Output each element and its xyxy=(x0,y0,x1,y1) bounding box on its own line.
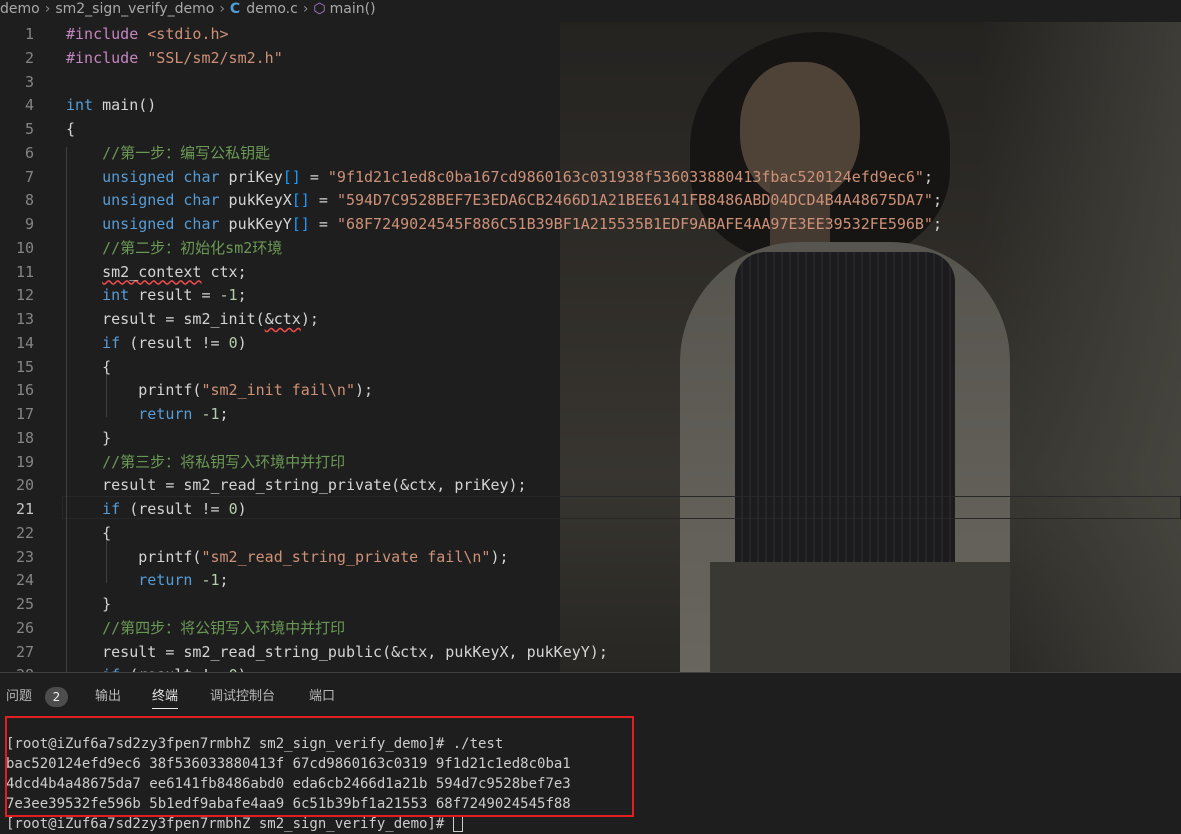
line-number: 10 xyxy=(15,238,34,257)
line-number: 1 xyxy=(24,25,34,43)
cube-icon: ⬡ xyxy=(313,1,326,17)
c-file-icon: C xyxy=(229,1,241,17)
tab-problems[interactable]: 问题 xyxy=(6,686,32,708)
background-photo xyxy=(560,22,1181,672)
breadcrumb: demo › sm2_sign_verify_demo › Cdemo.c › ⬡ main(… xyxy=(0,0,1181,22)
terminal-prompt: [root@iZuf6a7sd2zy3fpen7rmbhZ sm2_sign_v… xyxy=(6,816,453,832)
code-line: unsigned char pukKeyY[] = "68F7249024545… xyxy=(102,215,942,233)
code-line: printf("sm2_init fail\n"); xyxy=(66,381,374,400)
code-line: //第二步：初始化sm2环境 xyxy=(66,238,283,257)
line-number: 27 xyxy=(15,642,34,661)
line-number: 11 xyxy=(15,262,34,281)
line-number: 18 xyxy=(15,428,34,447)
chevron-right-icon: › xyxy=(302,1,309,17)
code-line: if (result != 0) xyxy=(102,333,247,352)
code-line: //第四步：将公钥写入环境中并打印 xyxy=(66,618,346,637)
line-number: 2 xyxy=(24,48,34,67)
line-number: 13 xyxy=(15,310,34,328)
code-line: result = sm2_init(&ctx); xyxy=(66,310,319,328)
code-line: int main() xyxy=(66,96,157,115)
code-line: return -1; xyxy=(138,405,229,423)
line-number: 20 xyxy=(15,476,34,495)
line-number: 3 xyxy=(24,72,34,91)
code-line: } xyxy=(66,595,112,613)
code-line: unsigned char priKey[] = "9f1d21c1ed8c0b… xyxy=(102,167,933,186)
breadcrumb-item-folder[interactable]: sm2_sign_verify_demo xyxy=(55,0,214,18)
problems-count-badge: 2 xyxy=(45,687,68,707)
breadcrumb-item-symbol[interactable]: main() xyxy=(330,0,376,18)
line-number: 7 xyxy=(24,167,34,186)
code-line: #include <stdio.h> xyxy=(66,25,229,43)
code-line: printf("sm2_read_string_private fail\n")… xyxy=(66,547,509,566)
panel-tab-bar: 问题 2 输出 终端 调试控制台 端口 xyxy=(0,673,1181,709)
code-line: //第一步：编写公私钥匙 xyxy=(66,143,271,162)
line-number: 12 xyxy=(15,286,34,305)
line-number: 23 xyxy=(15,547,34,566)
line-number: 22 xyxy=(15,523,34,542)
chevron-right-icon: › xyxy=(44,1,51,17)
line-number: 4 xyxy=(24,96,34,115)
code-line: if (result != 0) xyxy=(102,500,247,518)
code-editor[interactable]: 1 2 3 4 5 6 7 8 9 10 11 12 13 14 15 16 17 18 19 20 21 22 23 24 2… xyxy=(0,22,1181,672)
tab-debug-console[interactable]: 调试控制台 xyxy=(210,686,275,708)
line-number: 17 xyxy=(15,405,34,423)
code-line: result = sm2_read_string_private(&ctx, p… xyxy=(66,476,527,495)
line-number: 24 xyxy=(15,571,34,590)
code-line: int result = -1; xyxy=(102,286,247,305)
code-line: { xyxy=(66,357,112,376)
tab-output[interactable]: 输出 xyxy=(95,686,121,708)
terminal-cursor xyxy=(452,816,463,832)
line-number: 14 xyxy=(15,333,34,352)
line-number: 19 xyxy=(15,452,34,471)
line-number: 8 xyxy=(24,191,34,210)
line-number: 9 xyxy=(24,215,34,233)
line-number: 6 xyxy=(24,143,34,162)
chevron-right-icon: › xyxy=(219,1,225,17)
code-line: unsigned char pukKeyX[] = "594D7C9528BEF… xyxy=(102,191,942,210)
tab-ports[interactable]: 端口 xyxy=(309,686,335,708)
line-number: 5 xyxy=(24,120,34,138)
line-number: 26 xyxy=(15,618,34,637)
code-line: { xyxy=(66,120,76,138)
code-line: sm2_context ctx; xyxy=(102,262,247,281)
line-number: 28 xyxy=(0,663,34,672)
code-line: if (result != 0) xyxy=(66,663,247,672)
breadcrumb-item-demo[interactable]: demo xyxy=(0,0,40,18)
code-line: return -1; xyxy=(138,571,229,590)
tab-terminal[interactable]: 终端 xyxy=(152,686,179,709)
code-line: { xyxy=(66,523,112,542)
line-number: 25 xyxy=(15,595,34,613)
code-line: //第三步：将私钥写入环境中并打印 xyxy=(66,452,346,471)
line-number: 21 xyxy=(15,500,34,518)
photo-dim-overlay xyxy=(560,22,1181,672)
code-line: #include "SSL/sm2/sm2.h" xyxy=(66,48,283,67)
code-line: } xyxy=(66,428,112,447)
terminal-prompt-line[interactable]: [root@iZuf6a7sd2zy3fpen7rmbhZ sm2_sign_v… xyxy=(6,814,463,834)
code-line: result = sm2_read_string_public(&ctx, pu… xyxy=(66,642,608,661)
annotation-highlight-box xyxy=(5,716,634,817)
line-number: 15 xyxy=(15,357,34,376)
breadcrumb-item-file[interactable]: demo.c xyxy=(246,0,298,18)
line-number: 16 xyxy=(15,381,34,400)
